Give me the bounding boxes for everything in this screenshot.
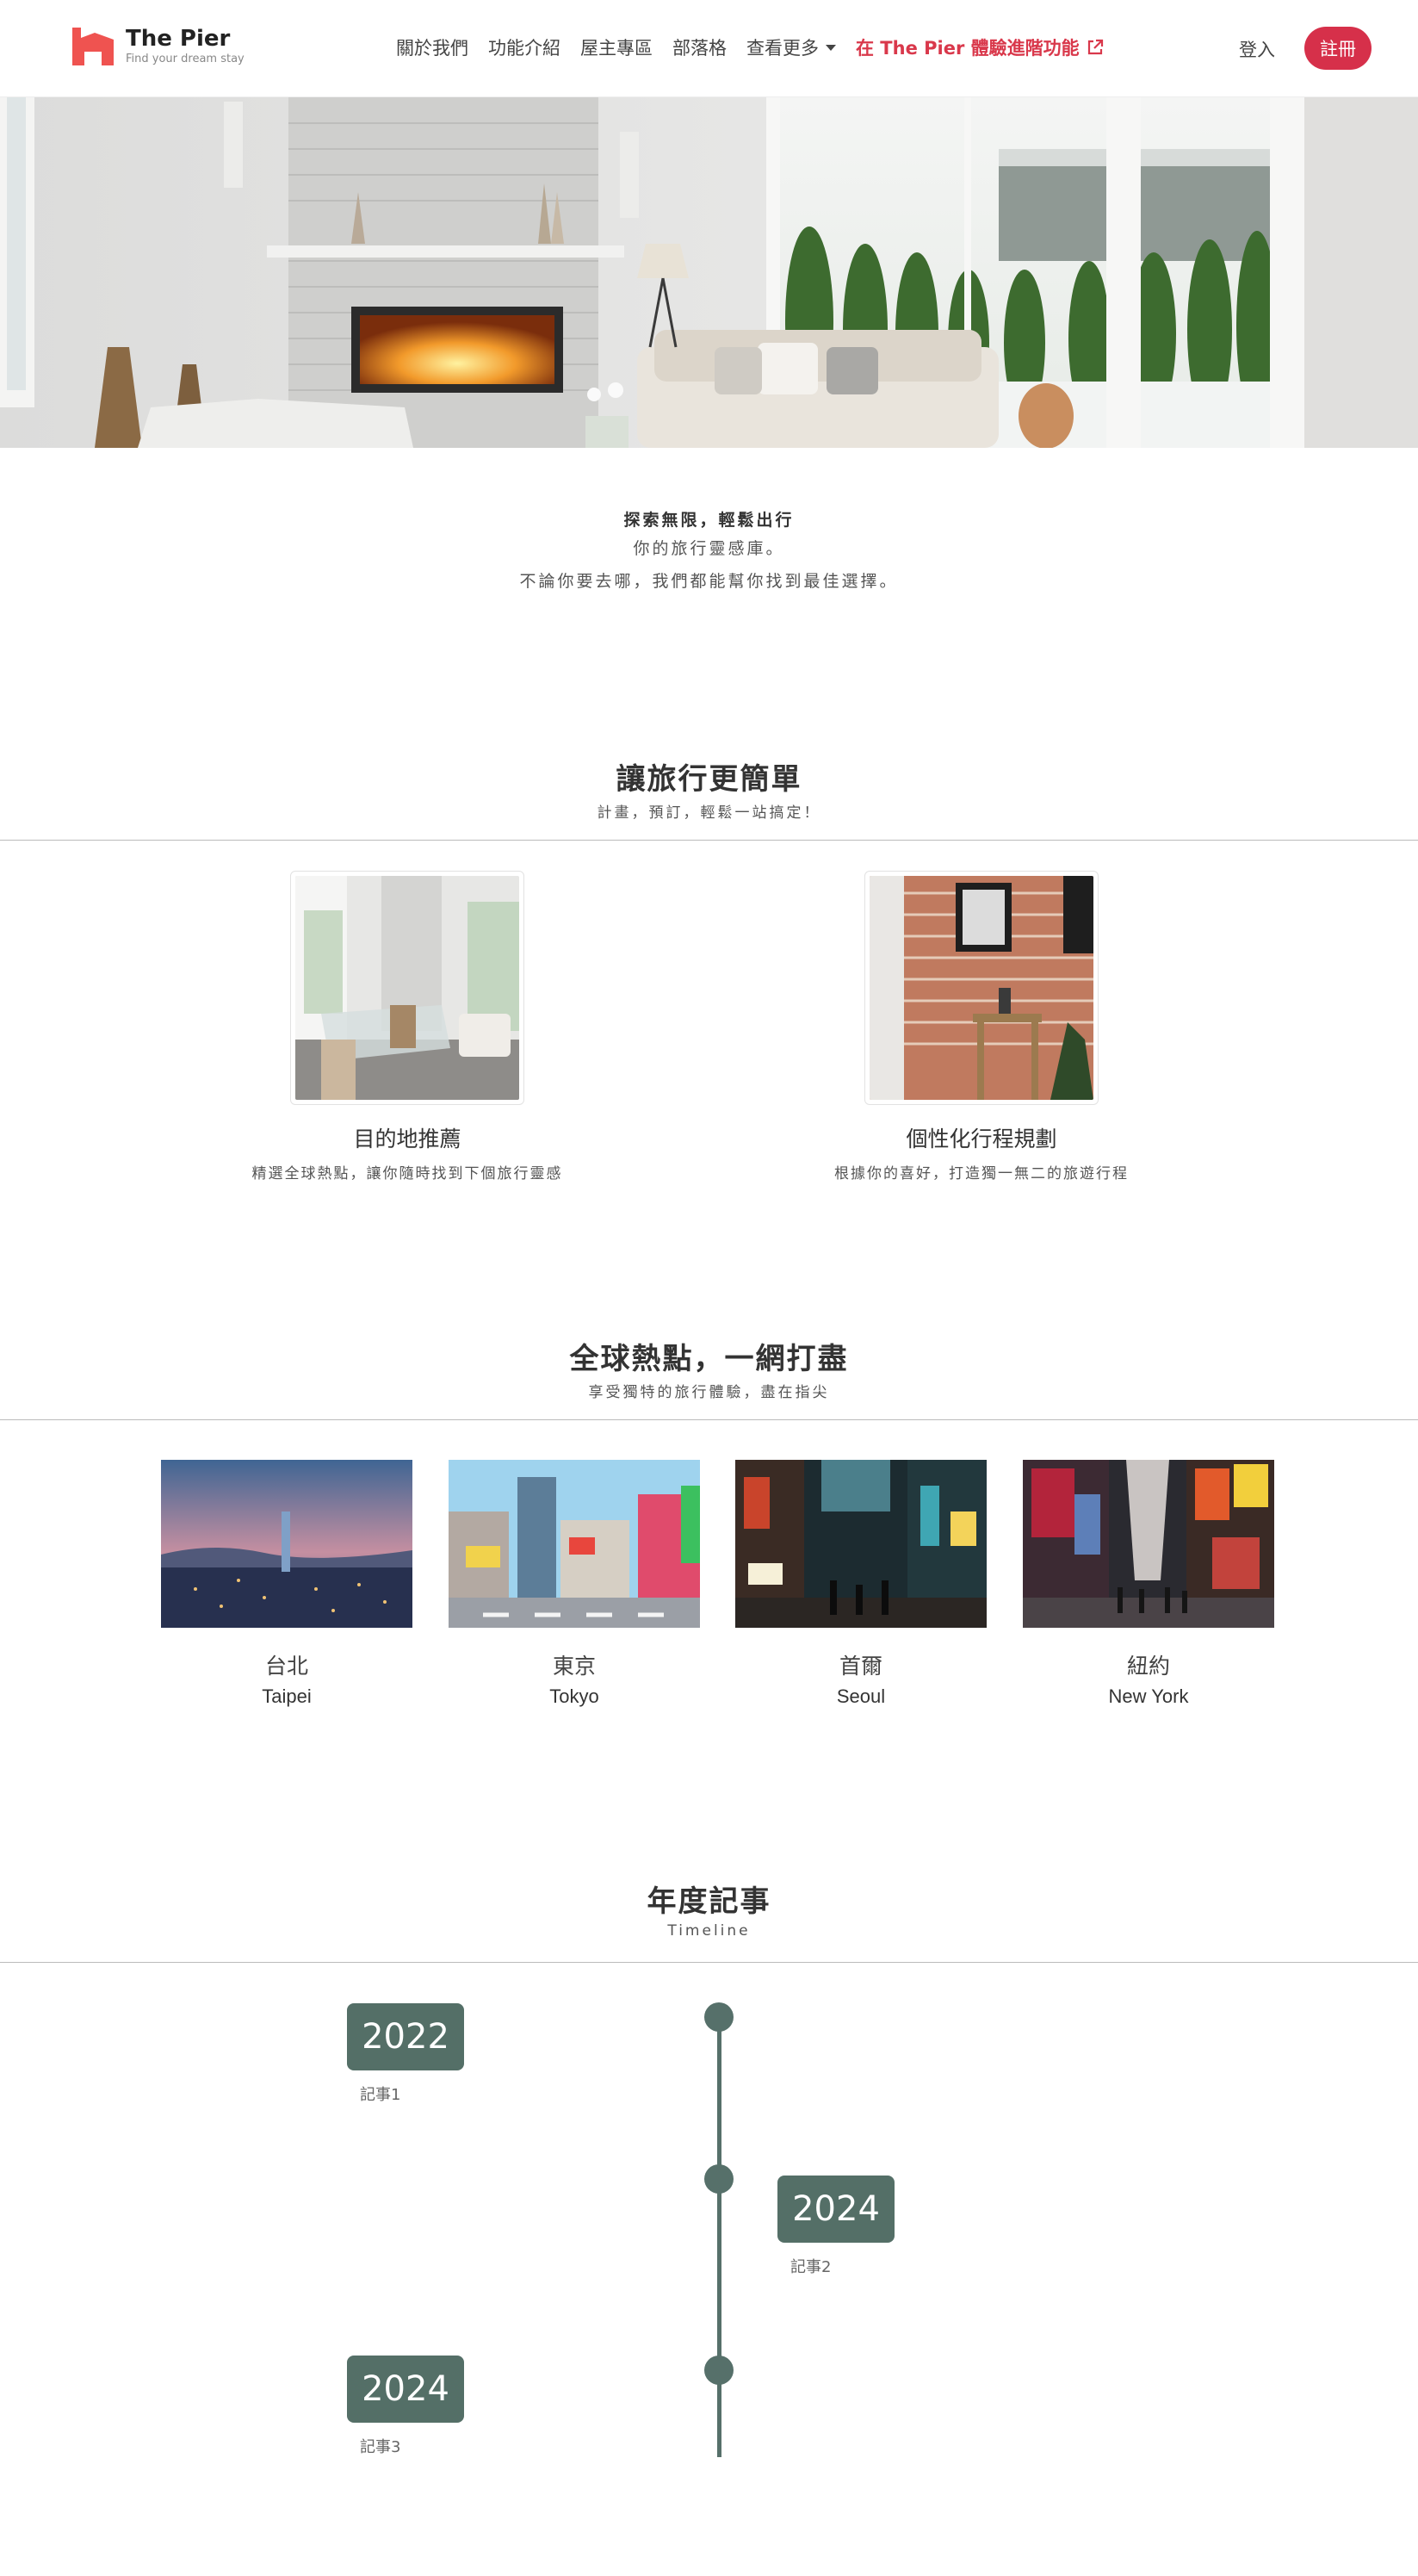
- intro-line-3: 不論你要去哪，我們都能幫你找到最佳選擇。: [519, 572, 899, 591]
- city-name-zh-tokyo: 東京: [552, 1654, 596, 1679]
- section-divider: [0, 1419, 1418, 1420]
- section-timeline-title: 年度記事: [647, 1884, 771, 1919]
- intro-section: 探索無限，輕鬆出行 你的旅行靈感庫。 不論你要去哪，我們都能幫你找到最佳選擇。: [0, 508, 1418, 598]
- section-divider: [0, 840, 1418, 841]
- timeline-note: 記事1: [360, 2086, 401, 2104]
- login-link[interactable]: 登入: [1239, 36, 1275, 62]
- feature-image-itinerary: [864, 871, 1099, 1105]
- timeline-year-badge: 2022: [347, 2003, 464, 2070]
- nav-features[interactable]: 功能介紹: [488, 34, 560, 60]
- section-timeline-subtitle: Timeline: [667, 1922, 751, 1940]
- nav-advanced-feature-link[interactable]: 在 The Pier 體驗進階功能: [856, 34, 1104, 60]
- timeline-dot: [704, 2164, 734, 2194]
- nav-host[interactable]: 屋主專區: [580, 34, 653, 60]
- section-cities-subtitle: 享受獨特的旅行體驗，盡在指尖: [588, 1384, 830, 1401]
- feature-desc-itinerary: 根據你的喜好，打造獨一無二的旅遊行程: [834, 1165, 1129, 1182]
- caret-down-icon: [826, 44, 836, 51]
- hero-image: [0, 97, 1418, 448]
- brand-name: The Pier: [126, 26, 231, 52]
- timeline-year-badge: 2024: [347, 2356, 464, 2423]
- city-name-zh-seoul: 首爾: [839, 1654, 882, 1679]
- nav-feature-label: 在 The Pier 體驗進階功能: [856, 38, 1080, 59]
- city-image-seoul[interactable]: [735, 1460, 987, 1628]
- nav-about[interactable]: 關於我們: [396, 34, 468, 60]
- timeline-note: 記事2: [790, 2258, 832, 2276]
- signup-button[interactable]: 註冊: [1304, 27, 1372, 70]
- intro-headline: 探索無限，輕鬆出行: [623, 511, 795, 530]
- brand[interactable]: The Pier Find your dream stay: [72, 26, 245, 67]
- brand-tagline: Find your dream stay: [126, 53, 245, 65]
- city-name-en-seoul: Seoul: [836, 1685, 886, 1707]
- main-nav: 關於我們 功能介紹 屋主專區 部落格 查看更多 在 The Pier 體驗進階功…: [396, 34, 1104, 60]
- top-navbar: The Pier Find your dream stay 關於我們 功能介紹 …: [0, 0, 1418, 97]
- city-image-tokyo[interactable]: [449, 1460, 700, 1628]
- section-simple-title: 讓旅行更簡單: [616, 762, 802, 797]
- section-divider: [0, 1962, 1418, 1963]
- nav-more-label: 查看更多: [746, 38, 819, 59]
- intro-line-2: 你的旅行靈感庫。: [633, 539, 785, 558]
- feature-title-destination: 目的地推薦: [353, 1127, 461, 1151]
- city-image-taipei[interactable]: [161, 1460, 412, 1628]
- city-name-zh-taipei: 台北: [264, 1654, 308, 1679]
- timeline-note: 記事3: [360, 2438, 401, 2456]
- timeline-dot: [704, 2002, 734, 2032]
- city-name-en-taipei: Taipei: [262, 1685, 312, 1707]
- feature-desc-destination: 精選全球熱點，讓你隨時找到下個旅行靈感: [251, 1165, 563, 1182]
- city-name-en-tokyo: Tokyo: [549, 1685, 599, 1707]
- city-image-new-york[interactable]: [1023, 1460, 1274, 1628]
- feature-title-itinerary: 個性化行程規劃: [906, 1127, 1057, 1151]
- timeline-line: [717, 2018, 721, 2457]
- city-name-en-new-york: New York: [1108, 1685, 1189, 1707]
- feature-image-destination: [290, 871, 524, 1105]
- external-link-icon: [1087, 39, 1103, 55]
- timeline-dot: [704, 2356, 734, 2385]
- section-cities-title: 全球熱點，一網打盡: [569, 1342, 849, 1376]
- nav-more-dropdown[interactable]: 查看更多: [746, 34, 836, 60]
- city-name-zh-new-york: 紐約: [1126, 1654, 1170, 1679]
- house-logo-icon: [72, 26, 114, 67]
- section-simple-subtitle: 計畫，預訂，輕鬆一站搞定！: [597, 804, 821, 822]
- timeline-year-badge: 2024: [777, 2176, 895, 2243]
- nav-blog[interactable]: 部落格: [672, 34, 727, 60]
